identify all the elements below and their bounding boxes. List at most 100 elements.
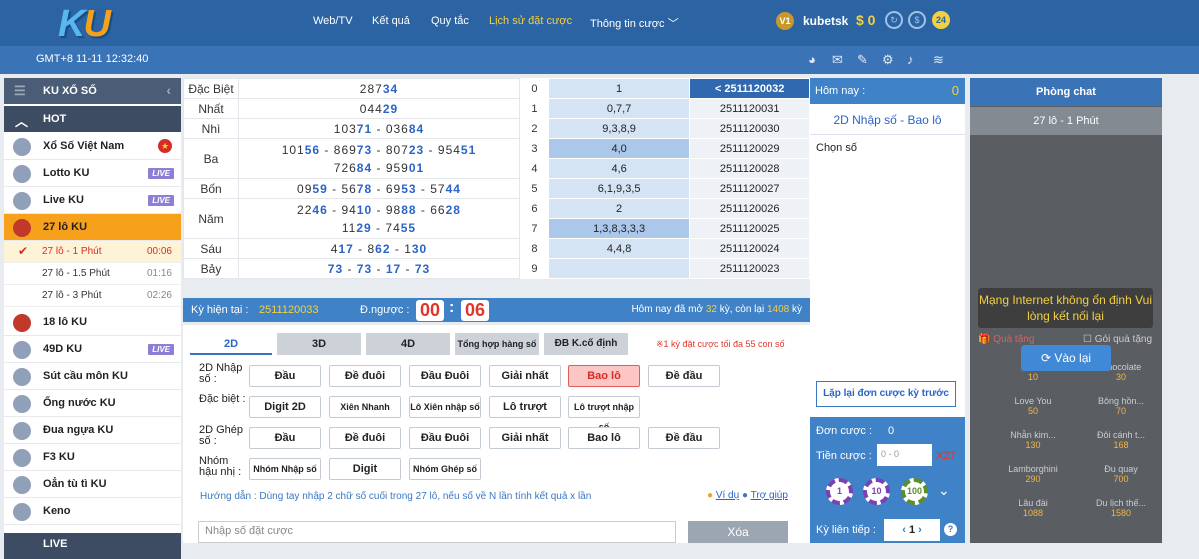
head-row[interactable]: 0 1 < 2511120032 — [520, 78, 810, 99]
head-row[interactable]: 7 1,3,8,3,3,3 2511120025 — [520, 218, 810, 239]
bet-type-button[interactable]: Lô trượt nhập số — [568, 396, 640, 432]
head-row[interactable]: 5 6,1,9,3,5 2511120027 — [520, 178, 810, 199]
reconnect-button[interactable]: ⟳ Vào lại — [1021, 345, 1111, 371]
bet-type-button[interactable]: Đề đuôi — [329, 427, 401, 449]
sidebar-item-8[interactable]: Ống nước KU — [4, 390, 181, 417]
tab-3d[interactable]: 3D — [277, 333, 361, 355]
increase-icon[interactable]: › — [918, 524, 922, 536]
bet-type-button[interactable]: Bao lô — [568, 427, 640, 449]
bet-type-button[interactable]: Giải nhất — [489, 427, 561, 449]
bet-type-button[interactable]: Lô trượt — [489, 396, 561, 418]
chevron-down-icon[interactable]: ⌄ — [938, 482, 950, 499]
bet-type-button[interactable]: Đầu Đuôi — [409, 365, 481, 387]
bet-type-button[interactable]: Đầu Đuôi — [409, 427, 481, 449]
sidebar-item-6[interactable]: 49D KU LIVE — [4, 336, 181, 363]
wifi-icon[interactable]: ≋ — [933, 52, 944, 68]
head-row[interactable]: 8 4,4,8 2511120024 — [520, 238, 810, 259]
delete-button[interactable]: Xóa — [688, 521, 788, 543]
tab-4d[interactable]: 4D — [366, 333, 450, 355]
sidebar-item-12[interactable]: Keno — [4, 498, 181, 525]
username[interactable]: kubetsk — [803, 14, 848, 28]
next-period-stepper[interactable]: ‹ 1 › — [884, 519, 940, 541]
help-circle-icon[interactable]: ? — [944, 523, 957, 536]
bet-type-button[interactable]: Lô Xiên nhập số — [409, 396, 481, 418]
gift-item[interactable]: Nhẫn kim... 130 — [998, 430, 1068, 450]
gift-item[interactable]: Lâu đài 1088 — [998, 498, 1068, 518]
head-row[interactable]: 2 9,3,8,9 2511120030 — [520, 118, 810, 139]
bet-type-button[interactable]: Nhóm Nhập số — [249, 458, 321, 480]
bet-type-button[interactable]: Digit — [329, 458, 401, 480]
hot-section-header[interactable]: ︿ HOT — [4, 106, 181, 132]
help-link[interactable]: Trợ giúp — [751, 490, 788, 501]
notification-badge[interactable]: 24 — [932, 11, 950, 29]
chip-100[interactable]: 100 — [901, 478, 928, 505]
tab-gifts[interactable]: Quà tặng — [993, 334, 1034, 345]
example-link[interactable]: Ví dụ — [716, 490, 739, 501]
bet-type-button[interactable]: Xiên Nhanh — [329, 396, 401, 418]
bet-type-button[interactable]: Đề đuôi — [329, 365, 401, 387]
bet-type-button[interactable]: Đầu — [249, 365, 321, 387]
period-id[interactable]: 2511120028 — [689, 158, 810, 179]
collapse-icon[interactable]: ‹ — [166, 82, 171, 98]
bet-type-button[interactable]: Bao lô — [568, 365, 640, 387]
head-row[interactable]: 1 0,7,7 2511120031 — [520, 98, 810, 119]
sidebar-item-10[interactable]: F3 KU — [4, 444, 181, 471]
bet-type-button[interactable]: Đầu — [249, 427, 321, 449]
sidebar-subitem[interactable]: 27 lô - 1.5 Phút 01:16 — [4, 263, 181, 285]
sidebar-item-4[interactable]: 27 lô KU — [4, 214, 181, 241]
sound-icon[interactable]: ♪ — [907, 52, 914, 67]
bet-type-button[interactable]: Đề đầu — [648, 365, 720, 387]
live-section-header[interactable]: LIVE — [4, 533, 181, 559]
gift-item[interactable]: Đôi cánh t... 168 — [1086, 430, 1156, 450]
sidebar-item-5[interactable]: 18 lô KU — [4, 309, 181, 336]
bet-input[interactable]: Nhập số đặt cược — [198, 521, 676, 543]
gift-item[interactable]: Đu quay 700 — [1086, 464, 1156, 484]
chip-10[interactable]: 10 — [863, 478, 890, 505]
head-row[interactable]: 9 2511120023 — [520, 258, 810, 279]
menu-icon[interactable]: ☰ — [14, 83, 26, 99]
head-row[interactable]: 3 4,0 2511120029 — [520, 138, 810, 159]
tab-2d[interactable]: 2D — [190, 333, 272, 355]
sidebar-item-2[interactable]: Lotto KU LIVE — [4, 160, 181, 187]
decrease-icon[interactable]: ‹ — [902, 524, 906, 536]
period-id[interactable]: 2511120025 — [689, 218, 810, 239]
nav-webtv[interactable]: Web/TV — [313, 15, 353, 27]
bet-type-button[interactable]: Nhóm Ghép số — [409, 458, 481, 480]
sidebar-item-9[interactable]: Đua ngựa KU — [4, 417, 181, 444]
period-id[interactable]: 2511120029 — [689, 138, 810, 159]
nav-rules[interactable]: Quy tắc — [431, 15, 469, 27]
sidebar-subitem[interactable]: 27 lô - 3 Phút 02:26 — [4, 285, 181, 307]
period-id[interactable]: 2511120027 — [689, 178, 810, 199]
refresh-icon[interactable]: ↻ — [885, 11, 903, 29]
mail-icon[interactable]: ✉ — [832, 52, 843, 68]
repeat-last-bet-button[interactable]: Lặp lại đơn cược kỳ trước — [816, 381, 956, 407]
bet-type-button[interactable]: Digit 2D — [249, 396, 321, 418]
gift-item[interactable]: Du lịch thế... 1580 — [1086, 498, 1156, 518]
tools-icon[interactable]: ✎ — [857, 52, 868, 68]
coin-icon[interactable]: ◕ — [808, 52, 816, 67]
period-id[interactable]: < 2511120032 — [689, 78, 810, 99]
bet-type-button[interactable]: Đề đầu — [648, 427, 720, 449]
gift-item[interactable]: Love You 50 — [998, 396, 1068, 416]
tab-gift-packs[interactable]: Gói quà tặng — [1095, 334, 1152, 345]
period-id[interactable]: 2511120026 — [689, 198, 810, 219]
tab-db-fixed[interactable]: ĐB K.cố định — [544, 333, 628, 355]
chip-1[interactable]: 1 — [826, 478, 853, 505]
tab-number-summary[interactable]: Tổng hợp hàng số — [455, 333, 539, 355]
transfer-icon[interactable]: $ — [908, 11, 926, 29]
head-row[interactable]: 6 2 2511120026 — [520, 198, 810, 219]
period-id[interactable]: 2511120024 — [689, 238, 810, 259]
head-row[interactable]: 4 4,6 2511120028 — [520, 158, 810, 179]
ku-logo[interactable]: KU — [58, 3, 111, 46]
gift-item[interactable]: Bông hồn... 70 — [1086, 396, 1156, 416]
nav-bet-info[interactable]: Thông tin cược ﹀ — [590, 15, 679, 31]
sidebar-item-1[interactable]: Xổ Số Việt Nam ★ — [4, 133, 181, 160]
sidebar-item-11[interactable]: Oẳn tù tì KU — [4, 471, 181, 498]
settings-icon[interactable]: ⚙ — [882, 52, 894, 68]
sidebar-subitem[interactable]: ✔ 27 lô - 1 Phút 00:06 — [4, 241, 181, 263]
sidebar-item-3[interactable]: Live KU LIVE — [4, 187, 181, 214]
nav-results[interactable]: Kết quả — [372, 15, 410, 27]
money-input[interactable]: 0 - 0 — [877, 444, 932, 466]
gift-item[interactable]: Lamborghini 290 — [998, 464, 1068, 484]
period-id[interactable]: 2511120031 — [689, 98, 810, 119]
